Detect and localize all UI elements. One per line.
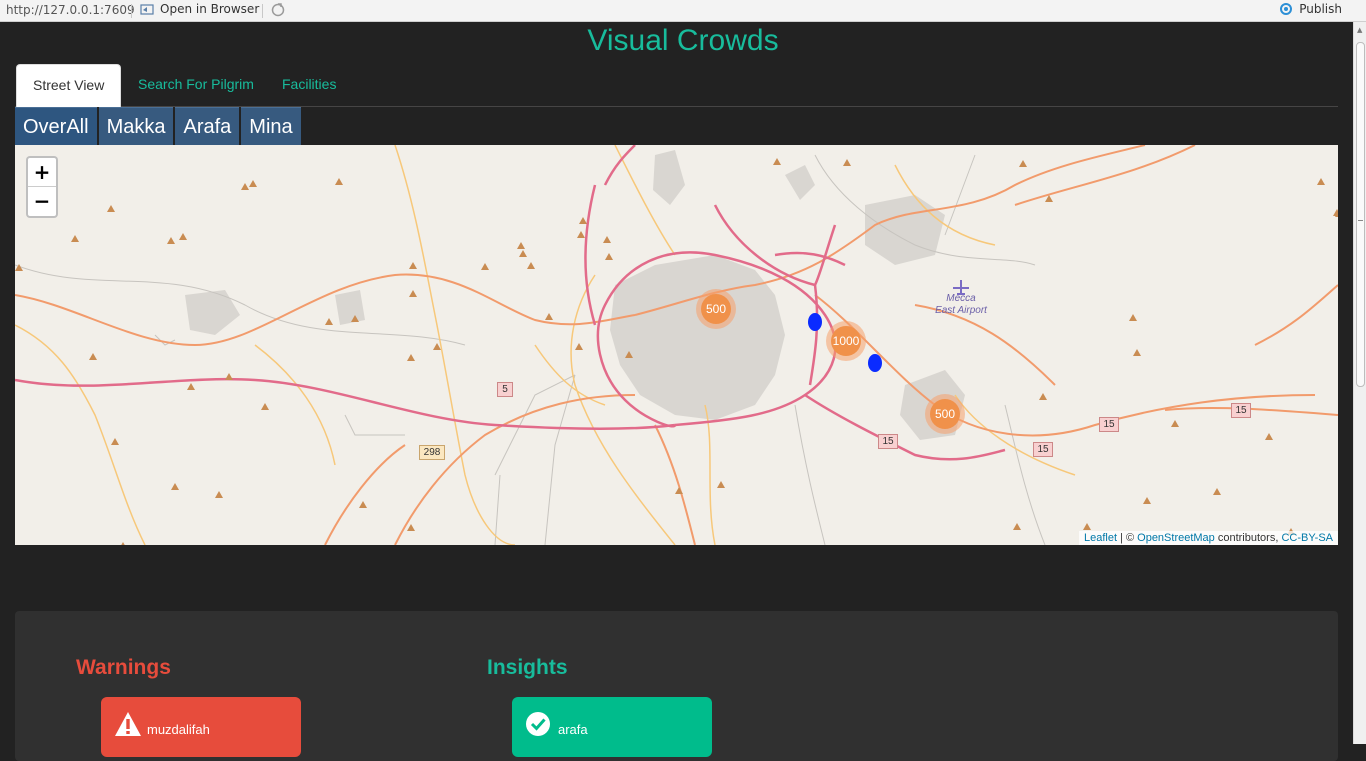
zoom-control: + − bbox=[26, 156, 58, 218]
page-title: Visual Crowds bbox=[587, 24, 779, 57]
location-marker[interactable] bbox=[808, 313, 822, 331]
cluster-count: 500 bbox=[930, 399, 960, 429]
insight-card-label: arafa bbox=[558, 722, 588, 737]
road-shield: 15 bbox=[878, 434, 898, 449]
road-shield: 5 bbox=[497, 382, 513, 397]
warning-card[interactable]: muzdalifah bbox=[101, 697, 301, 757]
cluster-count: 1000 bbox=[831, 326, 861, 356]
license-link[interactable]: CC-BY-SA bbox=[1281, 532, 1333, 544]
warnings-heading: Warnings bbox=[76, 656, 171, 679]
attribution-separator: | © bbox=[1117, 532, 1138, 544]
urban-areas bbox=[185, 150, 965, 440]
publish-icon bbox=[1280, 3, 1293, 15]
road-shield: 298 bbox=[419, 445, 445, 460]
cluster-count: 500 bbox=[701, 294, 731, 324]
open-in-browser-button[interactable]: Open in Browser bbox=[140, 2, 259, 16]
refresh-icon bbox=[271, 3, 285, 17]
cluster-marker[interactable]: 1000 bbox=[826, 321, 866, 361]
url-text[interactable]: http://127.0.0.1:7609 bbox=[6, 3, 135, 17]
scrollbar-thumb[interactable] bbox=[1356, 42, 1365, 387]
airport-label-line1: Mecca bbox=[946, 293, 976, 304]
leaflet-link[interactable]: Leaflet bbox=[1084, 532, 1117, 544]
region-button-arafa[interactable]: Arafa bbox=[175, 107, 240, 145]
page-scrollbar[interactable]: ▲ bbox=[1353, 22, 1366, 744]
openstreetmap-link[interactable]: OpenStreetMap bbox=[1137, 532, 1215, 544]
road-shield: 15 bbox=[1099, 417, 1119, 432]
region-button-overall[interactable]: OverAll bbox=[15, 107, 97, 145]
insight-card[interactable]: arafa bbox=[512, 697, 712, 757]
tab-facilities[interactable]: Facilities bbox=[266, 64, 352, 107]
road-shield: 15 bbox=[1033, 442, 1053, 457]
attribution-contributors: contributors, bbox=[1214, 532, 1282, 544]
toolbar-divider bbox=[131, 4, 132, 18]
open-in-browser-label: Open in Browser bbox=[160, 2, 260, 16]
tab-street-view[interactable]: Street View bbox=[16, 64, 122, 107]
cluster-marker[interactable]: 500 bbox=[696, 289, 736, 329]
toolbar-divider bbox=[262, 4, 263, 18]
motorways bbox=[15, 145, 1006, 461]
check-circle-icon bbox=[526, 712, 550, 736]
cluster-marker[interactable]: 500 bbox=[925, 394, 965, 434]
road-shield: 15 bbox=[1231, 403, 1251, 418]
region-button-group: OverAll Makka Arafa Mina bbox=[15, 107, 303, 145]
alerts-panel: Warnings Insights muzdalifah arafa bbox=[15, 611, 1338, 761]
publish-button[interactable]: Publish bbox=[1278, 2, 1342, 16]
region-button-makka[interactable]: Makka bbox=[98, 107, 174, 145]
publish-label: Publish bbox=[1299, 2, 1342, 16]
airport-label: Mecca East Airport bbox=[933, 293, 989, 317]
location-marker[interactable] bbox=[868, 354, 882, 372]
warning-card-label: muzdalifah bbox=[147, 722, 210, 737]
refresh-button[interactable] bbox=[270, 2, 286, 21]
warning-icon bbox=[115, 712, 141, 736]
scrollbar-grip bbox=[1358, 220, 1363, 221]
street-map[interactable]: 5 298 15 15 15 15 Mecca East Airport 500… bbox=[15, 145, 1338, 545]
map-tiles bbox=[15, 145, 1338, 545]
zoom-in-button[interactable]: + bbox=[28, 158, 56, 187]
browser-window-icon bbox=[140, 3, 154, 15]
airport-label-line2: East Airport bbox=[935, 305, 987, 316]
region-button-mina[interactable]: Mina bbox=[241, 107, 301, 145]
map-attribution: Leaflet | © OpenStreetMap contributors, … bbox=[1078, 531, 1338, 545]
zoom-out-button[interactable]: − bbox=[28, 187, 56, 216]
tab-search-for-pilgrim[interactable]: Search For Pilgrim bbox=[122, 64, 270, 107]
insights-heading: Insights bbox=[487, 656, 568, 679]
tab-bar: Street View Search For Pilgrim Facilitie… bbox=[15, 64, 1338, 107]
browser-toolbar: http://127.0.0.1:7609 Open in Browser Pu… bbox=[0, 0, 1366, 22]
